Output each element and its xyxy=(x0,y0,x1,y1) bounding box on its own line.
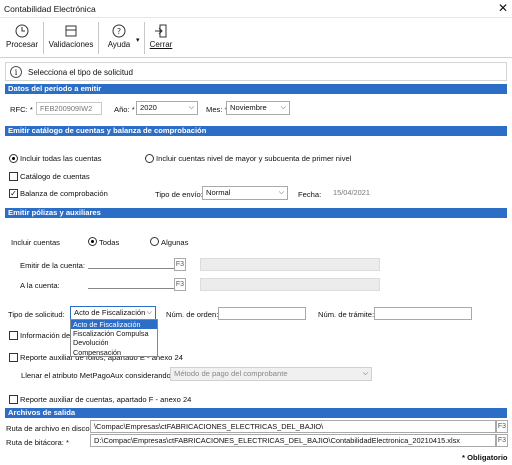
radio-cuentas-mayor[interactable] xyxy=(145,154,154,163)
tipo-envio-label: Tipo de envío: xyxy=(155,190,203,199)
procesar-button[interactable]: Procesar xyxy=(2,18,42,58)
cerrar-button[interactable]: Cerrar xyxy=(146,18,176,58)
exit-icon xyxy=(155,24,167,38)
info-text: Selecciona el tipo de solicitud xyxy=(28,68,133,77)
mes-select[interactable]: Noviembre ⌵ xyxy=(226,101,290,115)
radio-todas-cuentas[interactable] xyxy=(9,154,18,163)
ruta-bitacora-field[interactable]: D:\Compac\Empresas\ctFABRICACIONES_ELECT… xyxy=(90,434,496,447)
radio-todas[interactable] xyxy=(88,237,97,246)
anio-select[interactable]: 2020 ⌵ xyxy=(136,101,198,115)
info-icon: i xyxy=(10,66,22,78)
chk-reporte-folios[interactable] xyxy=(9,353,18,362)
tipo-solicitud-value: Acto de Fiscalización xyxy=(74,308,146,317)
toolbar-separator xyxy=(98,22,99,54)
option-acto-fiscalizacion[interactable]: Acto de Fiscalización xyxy=(71,320,157,330)
a-cuenta-field[interactable] xyxy=(88,288,174,289)
radio-todas-label: Todas xyxy=(99,238,120,247)
close-icon[interactable]: ✕ xyxy=(496,1,510,15)
radio-algunas-label: Algunas xyxy=(161,238,189,247)
anio-value: 2020 xyxy=(140,103,157,112)
mes-value: Noviembre xyxy=(230,103,267,112)
info-bar: i Selecciona el tipo de solicitud xyxy=(5,62,507,81)
radio-algunas[interactable] xyxy=(150,237,159,246)
rfc-field[interactable]: FEB200909IW2 xyxy=(36,102,102,115)
chevron-down-icon: ⌵ xyxy=(188,104,194,111)
window-title: Contabilidad Electrónica xyxy=(4,4,96,14)
chevron-down-icon: ⌵ xyxy=(146,309,152,316)
ruta-bitacora-f3-button[interactable]: F3 xyxy=(496,434,508,447)
procesar-label: Procesar xyxy=(5,40,38,49)
mes-label: Mes: * xyxy=(206,105,228,114)
fecha-field[interactable]: 15/04/2021 xyxy=(330,187,374,200)
cerrar-label: Cerrar xyxy=(149,40,173,49)
chevron-down-icon: ⌵ xyxy=(278,189,284,196)
chevron-down-icon: ⌵ xyxy=(280,104,286,111)
ayuda-button[interactable]: ? Ayuda xyxy=(101,18,137,58)
svg-text:?: ? xyxy=(117,27,121,36)
a-cuenta-desc xyxy=(200,278,380,291)
validaciones-button[interactable]: Validaciones xyxy=(45,18,97,58)
incluir-cuentas-label: Incluir cuentas xyxy=(11,238,60,247)
ruta-bitacora-label: Ruta de bitácora: * xyxy=(6,438,69,447)
emitir-cuenta-label: Emitir de la cuenta: xyxy=(20,261,85,270)
option-compensacion[interactable]: Compensación xyxy=(71,348,157,357)
anio-label: Año: * xyxy=(114,105,135,114)
chevron-down-icon: ⌵ xyxy=(362,370,368,377)
chk-informacion[interactable] xyxy=(9,331,18,340)
radio-cuentas-mayor-label: Incluir cuentas nivel de mayor y subcuen… xyxy=(156,154,352,163)
validaciones-label: Validaciones xyxy=(48,40,94,49)
chk-balanza-label: Balanza de comprobación xyxy=(20,189,108,198)
obligatorio-note: * Obligatorio xyxy=(462,453,508,462)
tipo-envio-value: Normal xyxy=(206,188,231,197)
toolbar-separator xyxy=(144,22,145,54)
help-icon: ? xyxy=(112,24,126,38)
num-tramite-label: Núm. de trámite: xyxy=(318,310,375,319)
chk-catalogo[interactable] xyxy=(9,172,18,181)
title-bar: Contabilidad Electrónica ✕ xyxy=(0,0,512,18)
llenar-label: Llenar el atributo MetPagoAux consideran… xyxy=(21,371,173,380)
a-cuenta-f3-button[interactable]: F3 xyxy=(174,278,186,291)
section-catalogo: Emitir catálogo de cuentas y balanza de … xyxy=(5,126,507,136)
option-devolucion[interactable]: Devolución xyxy=(71,338,157,347)
num-orden-field[interactable] xyxy=(218,307,306,320)
chk-catalogo-label: Catálogo de cuentas xyxy=(20,172,90,181)
num-orden-label: Núm. de orden: xyxy=(166,310,219,319)
emitir-cuenta-field[interactable] xyxy=(88,268,174,269)
rfc-label: RFC: * xyxy=(10,105,33,114)
tipo-solicitud-dropdown: Acto de Fiscalización Fiscalización Comp… xyxy=(70,319,158,357)
chevron-down-icon[interactable]: ▾ xyxy=(136,36,140,44)
section-archivos: Archivos de salida xyxy=(5,408,507,418)
metodo-pago-select[interactable]: Método de pago del comprobante ⌵ xyxy=(170,367,372,381)
section-periodo: Datos del periodo a emitir xyxy=(5,84,507,94)
chk-balanza[interactable]: ✓ xyxy=(9,189,18,198)
document-icon xyxy=(65,25,77,37)
fecha-label: Fecha: xyxy=(298,190,322,199)
tipo-envio-select[interactable]: Normal ⌵ xyxy=(202,186,288,200)
toolbar-separator xyxy=(43,22,44,54)
toolbar: Procesar Validaciones ? Ayuda ▾ Cerrar xyxy=(0,18,512,58)
tipo-solicitud-label: Tipo de solicitud: xyxy=(8,310,65,319)
num-tramite-field[interactable] xyxy=(374,307,472,320)
tipo-solicitud-select[interactable]: Acto de Fiscalización ⌵ xyxy=(70,306,156,320)
clock-icon xyxy=(15,24,29,38)
a-cuenta-label: A la cuenta: xyxy=(20,281,60,290)
chk-reporte-cuentas[interactable] xyxy=(9,395,18,404)
option-fiscalizacion-compulsa[interactable]: Fiscalización Compulsa xyxy=(71,329,157,338)
ruta-disco-field[interactable]: \Compac\Empresas\ctFABRICACIONES_ELECTRI… xyxy=(90,420,496,433)
chk-informacion-label: Información de p xyxy=(20,331,77,340)
emitir-cuenta-desc xyxy=(200,258,380,271)
emitir-cuenta-f3-button[interactable]: F3 xyxy=(174,258,186,271)
ruta-disco-f3-button[interactable]: F3 xyxy=(496,420,508,433)
radio-todas-cuentas-label: Incluir todas las cuentas xyxy=(20,154,102,163)
metodo-pago-value: Método de pago del comprobante xyxy=(174,369,288,378)
chk-reporte-cuentas-label: Reporte auxiliar de cuentas, apartado F … xyxy=(20,395,192,404)
ayuda-label: Ayuda xyxy=(107,40,131,49)
section-polizas: Emitir pólizas y auxiliares xyxy=(5,208,507,218)
ruta-disco-label: Ruta de archivo en disco: * xyxy=(6,424,97,433)
